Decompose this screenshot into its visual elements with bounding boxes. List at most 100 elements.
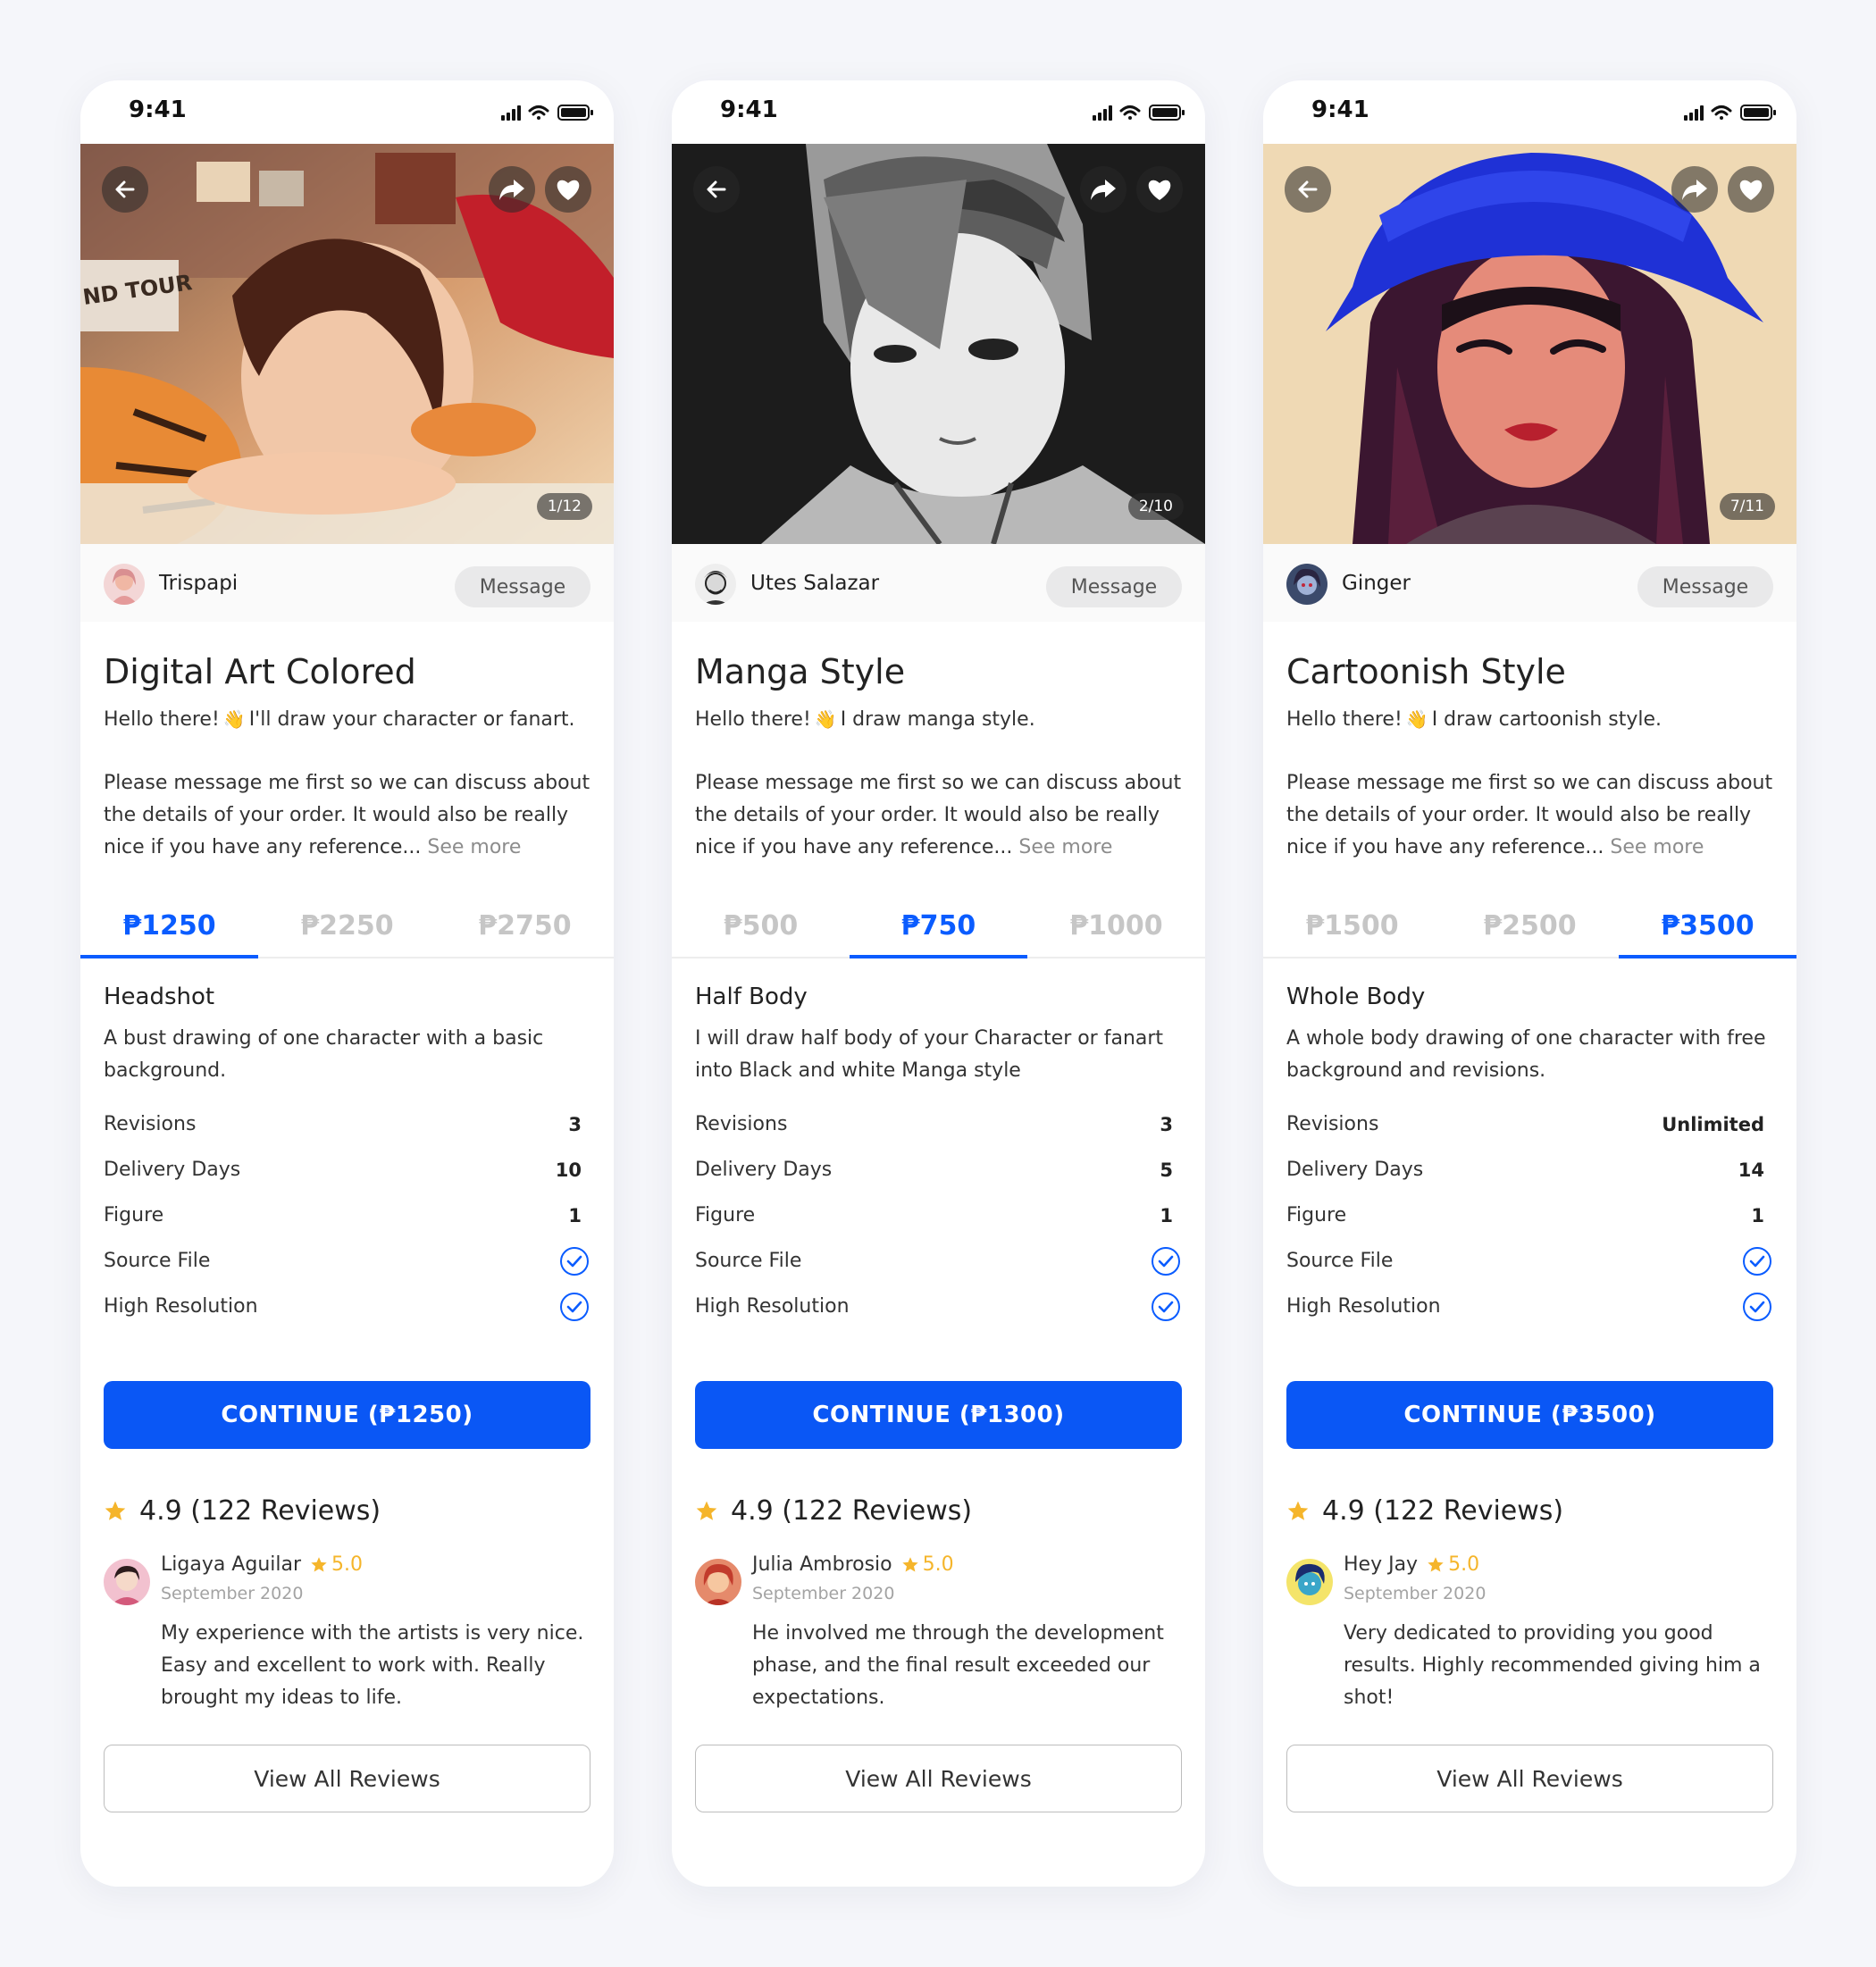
view-all-reviews-button[interactable]: View All Reviews [104,1745,590,1812]
review-score-value: 5.0 [922,1553,954,1576]
signal-icon [1684,105,1704,121]
artwork-image: ND TOUR [80,144,614,544]
tab-price-1[interactable]: ₱500 [672,900,850,957]
view-all-reviews-button[interactable]: View All Reviews [1286,1745,1773,1812]
status-bar: 9:41 [1263,80,1796,144]
review-score-value: 5.0 [331,1553,364,1576]
artwork-image [1263,144,1796,544]
feature-row-revisions: Revisions 3 [695,1101,1182,1147]
battery-icon [1149,105,1185,121]
tab-price-2[interactable]: ₱750 [850,900,1027,958]
continue-button[interactable]: CONTINUE (₱1250) [104,1381,590,1449]
star-icon [1287,1501,1309,1520]
feature-value: 10 [555,1159,582,1181]
artwork-gallery[interactable]: 7/11 [1263,144,1796,544]
feature-row-figure: Figure 1 [1286,1193,1773,1238]
share-button[interactable] [1671,166,1718,213]
feature-label: Figure [695,1204,756,1226]
message-button[interactable]: Message [1046,566,1182,607]
check-circle-icon [1152,1246,1180,1276]
favorite-button[interactable] [1728,166,1774,213]
feature-row-source-file: Source File [104,1238,590,1284]
reviewer-avatar [1286,1559,1333,1605]
feature-label: High Resolution [1286,1295,1441,1318]
package-name: Whole Body [1286,984,1426,1010]
gig-title: Cartoonish Style [1286,652,1566,691]
reviewer-header: Julia Ambrosio 5.0 [752,1553,954,1576]
seller-avatar[interactable] [695,564,736,605]
feature-row-revisions: Revisions Unlimited [1286,1101,1773,1147]
message-button[interactable]: Message [455,566,590,607]
signal-icon [1093,105,1112,121]
review-text: He involved me through the development p… [752,1622,1164,1709]
feature-label: Revisions [1286,1113,1379,1135]
review-date: September 2020 [752,1584,895,1603]
seller-avatar[interactable] [1286,564,1327,605]
back-button[interactable] [102,166,148,213]
continue-button[interactable]: CONTINUE (₱1300) [695,1381,1182,1449]
feature-label: Delivery Days [695,1159,833,1181]
artwork-gallery[interactable]: 2/10 [672,144,1205,544]
arrow-left-icon [1298,180,1318,198]
review-score-value: 5.0 [1448,1553,1480,1576]
feature-label: Source File [695,1250,802,1272]
greeting-text: I draw manga style. [840,708,1035,731]
share-button[interactable] [1080,166,1126,213]
feature-row-figure: Figure 1 [695,1193,1182,1238]
feature-label: Source File [1286,1250,1394,1272]
price-tabs: ₱1250 ₱2250 ₱2750 [80,900,614,958]
battery-icon [557,105,593,121]
greeting: Hello there! 👋 I draw cartoonish style. [1286,706,1773,733]
seller-name[interactable]: Utes Salazar [750,572,879,595]
tab-price-2[interactable]: ₱2250 [258,900,436,957]
seller-name[interactable]: Trispapi [159,572,238,595]
signal-icon [501,105,521,121]
waving-hand-icon: 👋 [1405,708,1428,730]
arrow-left-icon [115,180,135,198]
back-button[interactable] [1285,166,1331,213]
wifi-icon [1711,105,1732,120]
see-more-link[interactable]: See more [427,836,521,858]
share-button[interactable] [489,166,535,213]
tab-price-1[interactable]: ₱1500 [1263,900,1441,957]
see-more-link[interactable]: See more [1610,836,1704,858]
message-button[interactable]: Message [1637,566,1773,607]
reviewer-header: Ligaya Aguilar 5.0 [161,1553,363,1576]
tab-price-3[interactable]: ₱1000 [1027,900,1205,957]
seller-avatar[interactable] [104,564,145,605]
tab-price-3[interactable]: ₱2750 [436,900,614,957]
tab-price-2[interactable]: ₱2500 [1441,900,1619,957]
feature-label: Source File [104,1250,211,1272]
artwork-gallery[interactable]: ND TOUR 1/12 [80,144,614,544]
feature-label: Revisions [695,1113,788,1135]
tab-price-1[interactable]: ₱1250 [80,900,258,958]
seller-name[interactable]: Ginger [1342,572,1411,595]
review-date: September 2020 [161,1584,304,1603]
back-button[interactable] [693,166,740,213]
feature-label: High Resolution [695,1295,850,1318]
rating-summary: 4.9 (122 Reviews) [104,1495,590,1527]
greeting-text: I draw cartoonish style. [1431,708,1662,731]
seller-bar: Ginger Message [1263,544,1796,622]
arrow-left-icon [707,180,726,198]
favorite-button[interactable] [545,166,591,213]
feature-label: Delivery Days [1286,1159,1424,1181]
see-more-link[interactable]: See more [1018,836,1112,858]
continue-button[interactable]: CONTINUE (₱3500) [1286,1381,1773,1449]
reviewer-avatar [104,1559,150,1605]
tab-price-3[interactable]: ₱3500 [1619,900,1796,958]
feature-row-source-file: Source File [1286,1238,1773,1284]
rating-summary: 4.9 (122 Reviews) [1286,1495,1773,1527]
feature-value: 1 [1160,1204,1173,1226]
feature-label: Revisions [104,1113,197,1135]
reviewer-name: Ligaya Aguilar [161,1553,302,1576]
gig-screen-manga-style: 9:41 2/10 Utes Salazar Message Manga Sty… [672,80,1205,1887]
favorite-button[interactable] [1136,166,1183,213]
review-text: My experience with the artists is very n… [161,1622,584,1709]
view-all-reviews-button[interactable]: View All Reviews [695,1745,1182,1812]
battery-icon [1740,105,1776,121]
check-circle-icon [1743,1246,1771,1276]
seller-bar: Trispapi Message [80,544,614,622]
feature-value: 1 [1751,1204,1764,1226]
greeting-prefix: Hello there! [104,708,220,731]
